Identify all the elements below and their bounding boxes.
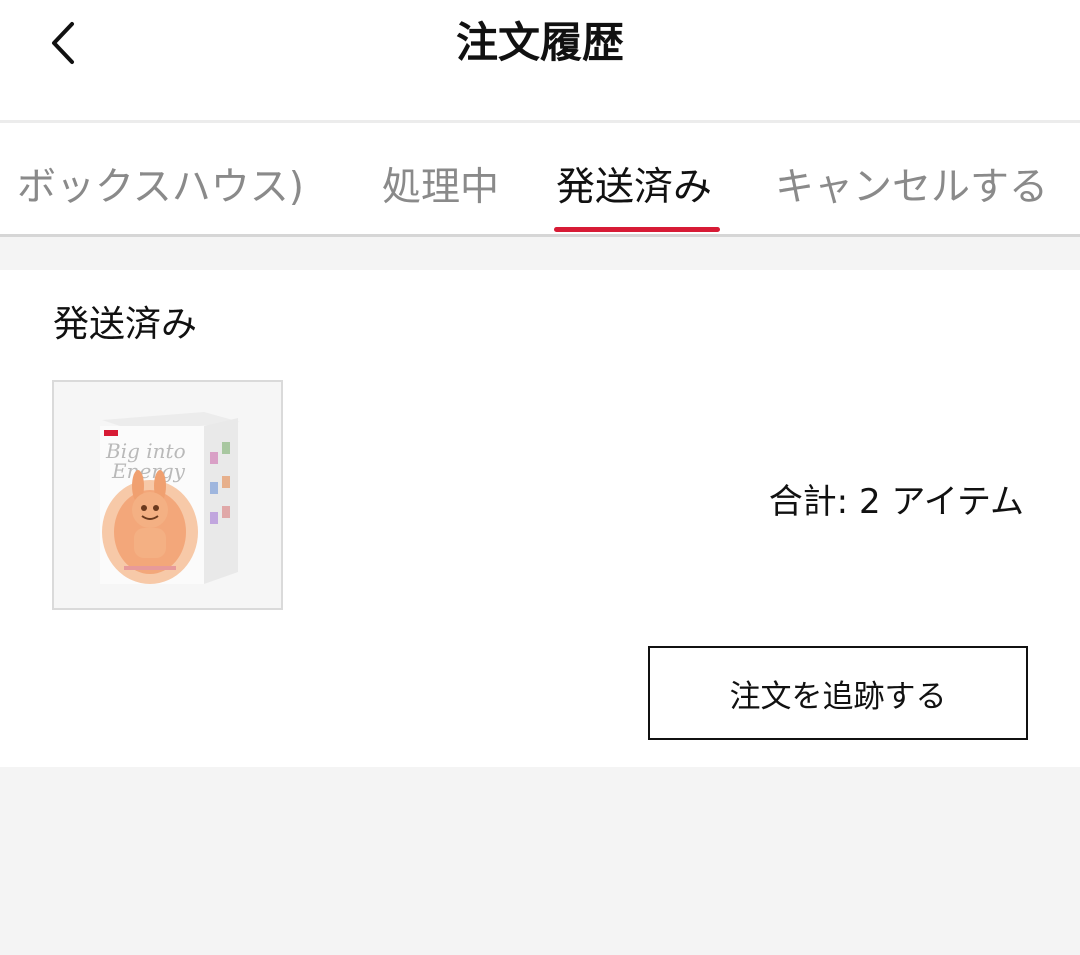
svg-text:Energy: Energy bbox=[111, 459, 186, 483]
tab-cancelled[interactable]: キャンセルする bbox=[775, 163, 1048, 213]
order-status-tabs: ボックスハウス) 処理中 発送済み キャンセルする bbox=[0, 123, 1080, 234]
page-title: 注文履歴 bbox=[455, 18, 624, 67]
tab-processing[interactable]: 処理中 bbox=[382, 163, 499, 213]
order-card[interactable]: 発送済み Big into Energy 合計: 2 アイテム 注文を追跡する bbox=[0, 270, 1080, 767]
tab-shipped[interactable]: 発送済み bbox=[556, 163, 712, 213]
blind-box-product-image: Big into Energy bbox=[54, 382, 281, 608]
tab-blind-box-house[interactable]: ボックスハウス) bbox=[17, 163, 304, 213]
active-tab-indicator bbox=[554, 227, 720, 232]
header-bar: 注文履歴 bbox=[0, 0, 1080, 120]
tabs-divider bbox=[0, 234, 1080, 237]
track-order-button[interactable]: 注文を追跡する bbox=[648, 646, 1028, 740]
order-total: 合計: 2 アイテム bbox=[768, 482, 1024, 522]
product-thumbnail[interactable]: Big into Energy bbox=[52, 380, 283, 610]
order-status-label: 発送済み bbox=[53, 304, 198, 345]
